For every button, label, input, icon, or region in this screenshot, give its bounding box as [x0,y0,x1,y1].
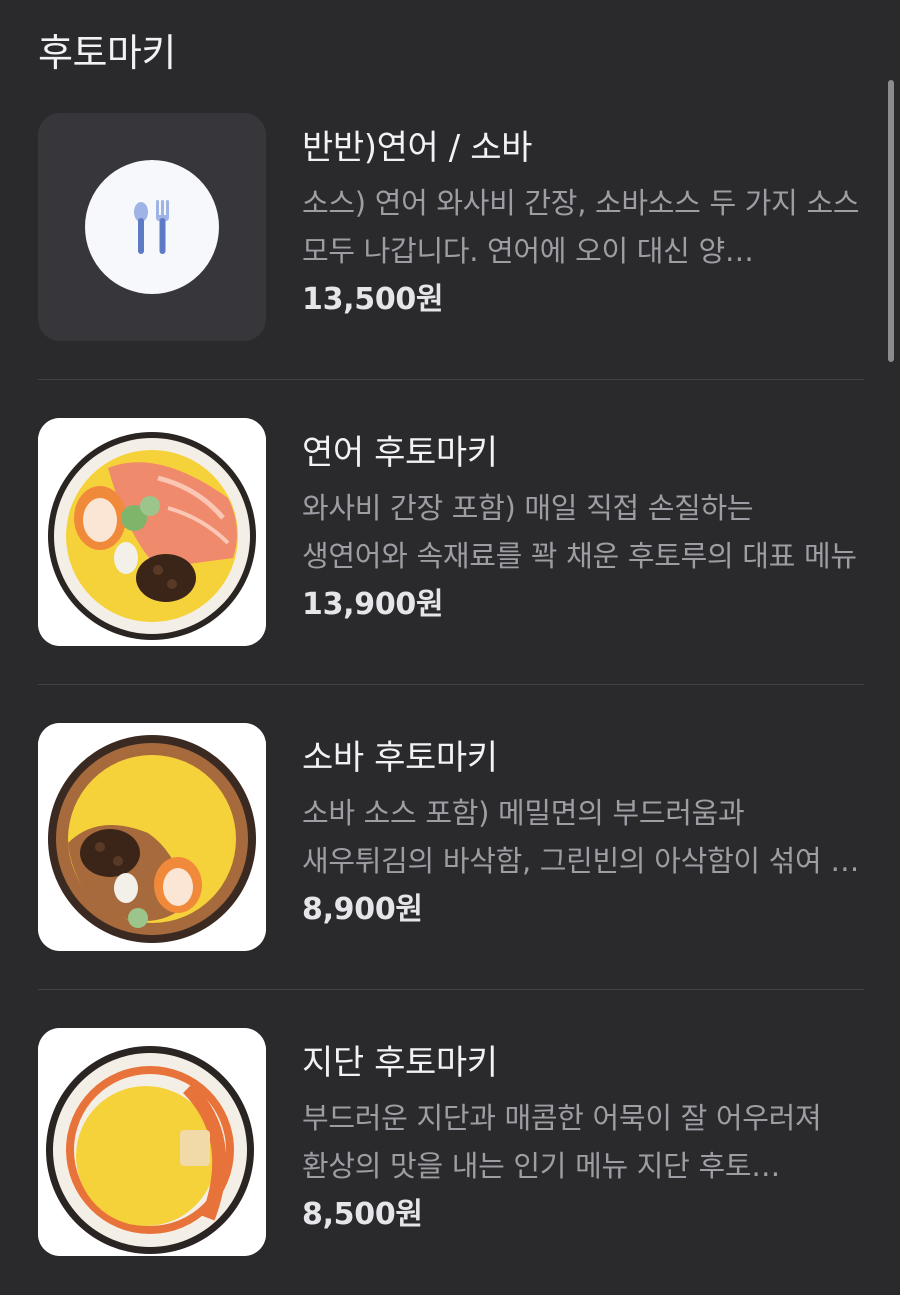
fork-spoon-icon [134,200,169,254]
menu-item-name: 반반)연어 / 소바 [302,128,533,168]
divider [38,379,864,380]
soba-futomaki-photo [38,723,266,951]
jidan-futomaki-photo [38,1028,266,1256]
menu-item-name: 지단 후토마키 [302,1043,498,1083]
menu-item-price: 8,900원 [302,892,423,927]
section-title: 후토마키 [38,31,176,75]
menu-item[interactable]: 소바 후토마키 소바 소스 포함) 메밀면의 부드러움과 새우튀김의 바삭함, … [38,723,864,953]
menu-item-description: 소스) 연어 와사비 간장, 소바소스 두 가지 소스 모두 나갑니다. 연어에… [302,186,860,268]
menu-item-image-placeholder [38,113,266,341]
menu-item-name: 연어 후토마키 [302,433,498,473]
menu-item-price: 13,500원 [302,282,444,317]
menu-item-description: 소바 소스 포함) 메밀면의 부드러움과 새우튀김의 바삭함, 그린빈의 아삭함… [302,796,860,878]
menu-item-price: 8,500원 [302,1197,423,1232]
menu-item-description: 부드러운 지단과 매콤한 어묵이 잘 어우러져 환상의 맛을 내는 인기 메뉴 … [302,1101,822,1183]
menu-item[interactable]: 지단 후토마키 부드러운 지단과 매콤한 어묵이 잘 어우러져 환상의 맛을 내… [38,1028,864,1258]
menu-item-name: 소바 후토마키 [302,738,498,778]
plate-icon [85,160,219,294]
menu-item[interactable]: 반반)연어 / 소바 소스) 연어 와사비 간장, 소바소스 두 가지 소스 모… [38,113,864,343]
menu-item-description: 와사비 간장 포함) 매일 직접 손질하는 생연어와 속재료를 꽉 채운 후토루… [302,491,857,573]
scrollbar[interactable] [888,80,894,362]
menu-item-price: 13,900원 [302,587,444,622]
menu-page: 후토마키 반반)연어 / 소바 소스) 연어 와사비 간장, 소바소스 두 가지… [0,0,900,1295]
salmon-futomaki-photo [38,418,266,646]
divider [38,684,864,685]
divider [38,989,864,990]
menu-item[interactable]: 연어 후토마키 와사비 간장 포함) 매일 직접 손질하는 생연어와 속재료를 … [38,418,864,648]
